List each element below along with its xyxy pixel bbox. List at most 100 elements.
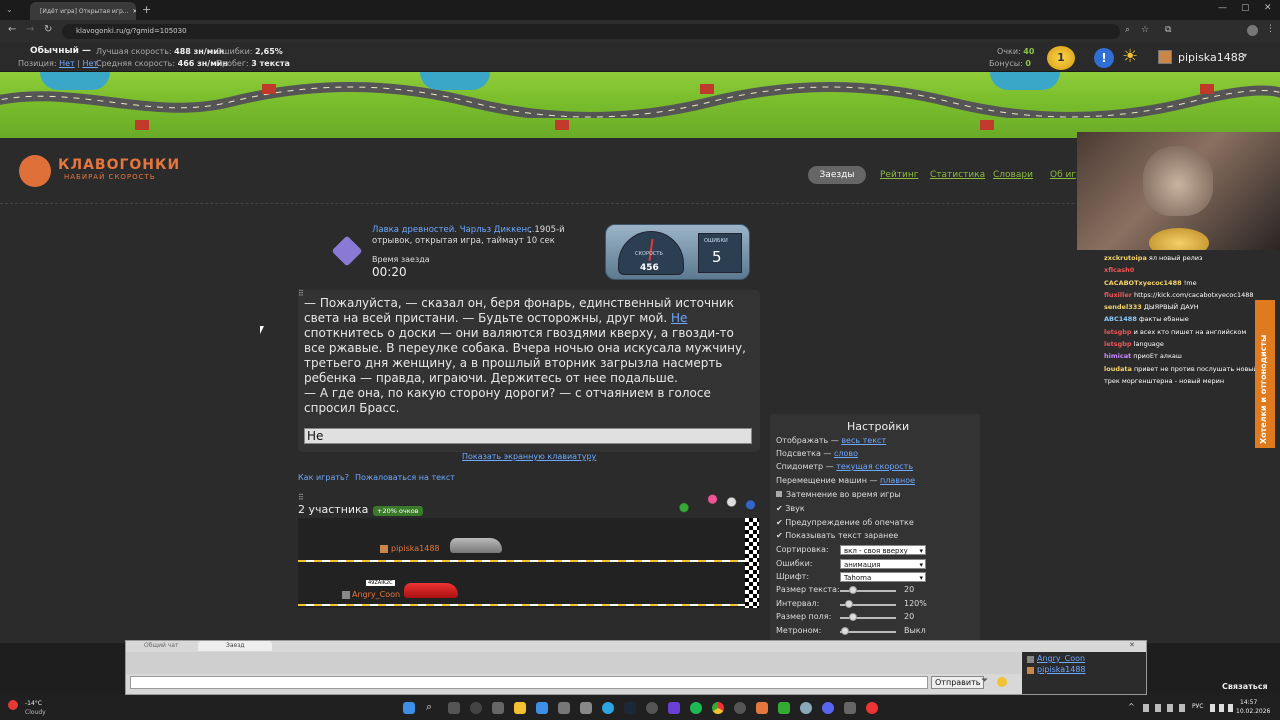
taskbar-app-icon[interactable]: [866, 702, 878, 714]
nav-races[interactable]: Заезды: [808, 166, 866, 184]
taskbar-app-icon[interactable]: [778, 702, 790, 714]
racer2-name[interactable]: Angry_Coon: [352, 590, 400, 599]
telegram-icon[interactable]: [602, 702, 614, 714]
zoom-icon[interactable]: ⌕: [1125, 25, 1130, 35]
alert-icon[interactable]: !: [1094, 48, 1114, 68]
profile-avatar-icon[interactable]: [1247, 25, 1258, 36]
close-window-icon[interactable]: ✕: [1264, 3, 1272, 13]
chat-line: zxckrutoipa ял новый релиз: [1104, 254, 1203, 262]
taskbar-app-icon[interactable]: [646, 702, 658, 714]
show-keyboard-link[interactable]: Показать экранную клавиатуру: [462, 452, 596, 461]
steam-icon[interactable]: [624, 702, 636, 714]
browser-menu-icon[interactable]: ⋮: [1266, 24, 1275, 34]
chat-tab-general[interactable]: Общий чат: [144, 642, 179, 649]
discord-icon[interactable]: [822, 702, 834, 714]
nav-rating[interactable]: Рейтинг: [880, 170, 919, 180]
taskbar-app-icon[interactable]: [492, 702, 504, 714]
start-icon[interactable]: [403, 702, 415, 714]
weather-icon[interactable]: [8, 700, 18, 710]
taskbar-app-icon[interactable]: [558, 702, 570, 714]
errors-label: ОШИБКИ: [704, 238, 728, 244]
drag-handle-icon[interactable]: ⠿: [298, 289, 304, 298]
language-indicator[interactable]: РУС: [1192, 703, 1203, 710]
connect-button[interactable]: Связаться: [1222, 682, 1268, 691]
errors-select[interactable]: анимация: [840, 559, 926, 570]
level-badge[interactable]: 1: [1047, 46, 1075, 70]
sort-select[interactable]: вкл - своя вверху: [840, 545, 926, 556]
taskbar-app-icon[interactable]: [756, 702, 768, 714]
font-select[interactable]: Tahoma: [840, 572, 926, 583]
extensions-icon[interactable]: ⧉: [1165, 25, 1171, 35]
setting-car-move-value[interactable]: плавное: [880, 476, 915, 485]
chrome-icon[interactable]: [712, 702, 724, 714]
logo-icon[interactable]: [19, 155, 51, 187]
field-size-knob[interactable]: [849, 613, 857, 621]
nav-statistics[interactable]: Статистика: [930, 170, 985, 180]
nav-dictionaries[interactable]: Словари: [993, 170, 1033, 180]
spotify-icon[interactable]: [690, 702, 702, 714]
close-tab-icon[interactable]: ✕: [133, 8, 136, 15]
clock-date[interactable]: 10.02.2026: [1236, 708, 1270, 715]
complain-link[interactable]: Пожаловаться на текст: [355, 473, 455, 482]
taskbar-app-icon[interactable]: [844, 702, 856, 714]
checkbox-sound[interactable]: ✔ Звук: [776, 504, 805, 513]
taskbar-app-icon[interactable]: [580, 702, 592, 714]
minimize-icon[interactable]: —: [1218, 3, 1227, 13]
username[interactable]: pipiska1488: [1178, 51, 1245, 64]
how-to-play-link[interactable]: Как играть?: [298, 473, 349, 482]
taskbar-app-icon[interactable]: [800, 702, 812, 714]
checkbox-typo-warning[interactable]: ✔ Предупреждение об опечатке: [776, 518, 914, 527]
reload-icon[interactable]: ↻: [44, 24, 52, 35]
tray-icons[interactable]: [1143, 704, 1185, 712]
chat-user-2[interactable]: pipiska1488: [1037, 665, 1086, 674]
tab-list-icon[interactable]: ⌄: [6, 5, 13, 14]
file-explorer-icon[interactable]: [514, 702, 526, 714]
logo-title[interactable]: КЛАВОГОНКИ: [58, 157, 180, 173]
taskbar-app-icon[interactable]: [470, 702, 482, 714]
text-size-knob[interactable]: [849, 586, 857, 594]
url-input[interactable]: klavogonki.ru/g/?gmid=105030: [62, 24, 1120, 39]
bonus-badge: +20% очков: [373, 506, 423, 516]
chat-message-input[interactable]: [130, 676, 928, 689]
filter-icon[interactable]: ⏷: [981, 676, 988, 686]
user-menu-chevron-icon[interactable]: ▾: [1243, 51, 1247, 60]
bookmark-star-icon[interactable]: ☆: [1141, 25, 1149, 35]
mileage-stat: Пробег: 3 текста: [216, 59, 290, 68]
task-view-icon[interactable]: [448, 702, 460, 714]
sun-icon[interactable]: ☀: [1122, 46, 1138, 67]
banner-house: [555, 120, 569, 130]
maximize-icon[interactable]: ▢: [1241, 3, 1250, 13]
typing-input[interactable]: Не: [304, 428, 752, 444]
bonus-stat: Бонусы: 0: [989, 59, 1031, 68]
tray-chevron-icon[interactable]: ^: [1128, 702, 1135, 711]
interval-knob[interactable]: [845, 600, 853, 608]
racer1-name[interactable]: pipiska1488: [391, 544, 440, 553]
drag-handle-icon[interactable]: ⠿: [298, 493, 304, 502]
metronome-knob[interactable]: [841, 627, 849, 635]
forward-icon[interactable]: →: [26, 24, 34, 35]
search-icon[interactable]: ⌕: [426, 700, 432, 714]
metronome-value: Выкл: [904, 626, 926, 635]
setting-display-value[interactable]: весь текст: [841, 436, 886, 445]
setting-highlight-value[interactable]: слово: [834, 449, 858, 458]
source-link[interactable]: Лавка древностей. Чарльз Диккенс.: [372, 225, 534, 235]
tray-status-icons[interactable]: [1210, 704, 1234, 712]
user-avatar[interactable]: [1158, 50, 1172, 64]
checkbox-show-text[interactable]: ✔ Показывать текст заранее: [776, 531, 898, 540]
taskbar-app-icon[interactable]: [536, 702, 548, 714]
taskbar-app-icon[interactable]: [734, 702, 746, 714]
checkbox-dim[interactable]: Затемнение во время игры: [776, 490, 901, 499]
taskbar-app-icon[interactable]: [668, 702, 680, 714]
webcam-overlay: [1077, 132, 1280, 250]
chat-user-1[interactable]: Angry_Coon: [1037, 654, 1085, 663]
chat-line: трек моргенштерна - новый мерин: [1104, 376, 1225, 385]
smiley-icon[interactable]: [997, 677, 1007, 687]
browser-tab[interactable]: [Идёт игра] Открытая игр... ✕: [30, 2, 136, 20]
setting-speedometer-value[interactable]: текущая скорость: [836, 462, 913, 471]
clock-time[interactable]: 14:57: [1240, 699, 1257, 706]
chat-close-icon[interactable]: ✕: [1129, 641, 1135, 649]
back-icon[interactable]: ←: [8, 24, 16, 35]
new-tab-icon[interactable]: +: [142, 3, 151, 16]
send-button[interactable]: Отправить: [931, 676, 985, 689]
position-link-1[interactable]: Нет: [59, 59, 75, 68]
